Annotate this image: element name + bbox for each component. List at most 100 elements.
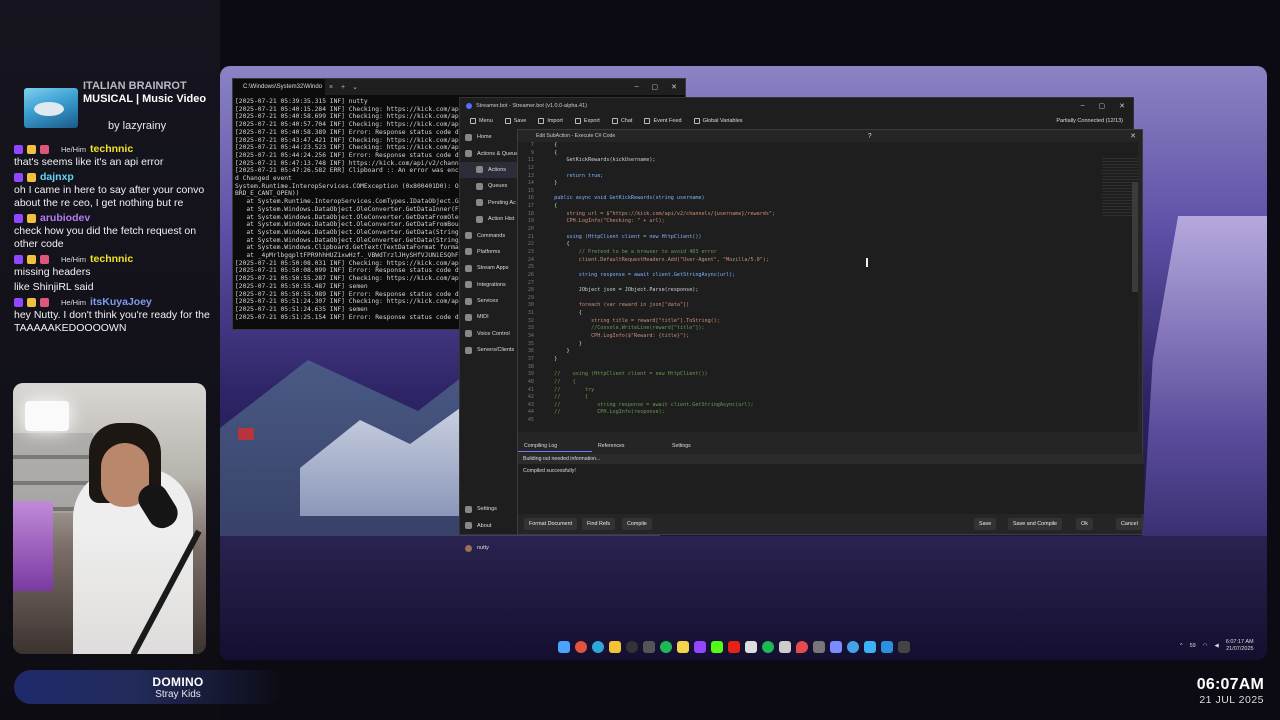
spotify-icon[interactable]	[660, 641, 672, 653]
nav-item-settings[interactable]: Settings	[460, 501, 518, 517]
app-icon[interactable]	[813, 641, 825, 653]
code-line[interactable]: 23 // Pretend to be a browser to avoid 4…	[518, 249, 1138, 257]
menu-item-global-variables[interactable]: Global Variables	[688, 118, 749, 124]
nav-item-servers-clients[interactable]: Servers/Clients	[460, 342, 518, 358]
nav-item-integrations[interactable]: Integrations	[460, 277, 518, 293]
nav-item-queues[interactable]: Queues	[460, 178, 518, 194]
code-line[interactable]: 18 string url = $"https://kick.com/api/v…	[518, 211, 1138, 219]
save-and-compile-button[interactable]: Save and Compile	[1008, 518, 1063, 530]
menu-item-save[interactable]: Save	[499, 118, 533, 124]
close-icon[interactable]: ✕	[1130, 132, 1142, 140]
code-line[interactable]: 17 {	[518, 203, 1138, 211]
code-line[interactable]: 45	[518, 417, 1138, 425]
code-line[interactable]: 28 JObject json = JObject.Parse(response…	[518, 287, 1138, 295]
youtube-icon[interactable]	[728, 641, 740, 653]
code-line[interactable]: 38	[518, 364, 1138, 372]
code-line[interactable]: 14 }	[518, 180, 1138, 188]
compile-button[interactable]: Compile	[622, 518, 652, 530]
maximize-icon[interactable]: ▢	[1099, 102, 1106, 110]
close-icon[interactable]: ✕	[671, 83, 677, 91]
obs-icon[interactable]	[626, 641, 638, 653]
tab-references[interactable]: References	[592, 440, 666, 452]
editor-scrollbar[interactable]	[1132, 182, 1138, 292]
streamerbot-icon[interactable]	[830, 641, 842, 653]
code-line[interactable]: 20	[518, 226, 1138, 234]
menu-item-export[interactable]: Export	[569, 118, 606, 124]
nav-item-actions[interactable]: Actions	[460, 161, 518, 179]
app-icon[interactable]	[745, 641, 757, 653]
nav-item-services[interactable]: Services	[460, 293, 518, 309]
code-line[interactable]: 39 // using (HttpClient client = new Htt…	[518, 371, 1138, 379]
nav-item-action-hist[interactable]: Action Hist	[460, 211, 518, 227]
app-icon[interactable]	[847, 641, 859, 653]
close-icon[interactable]: ✕	[1119, 102, 1125, 110]
code-line[interactable]: 12	[518, 165, 1138, 173]
code-line[interactable]: 7 {	[518, 142, 1138, 150]
app-icon[interactable]	[779, 641, 791, 653]
code-line[interactable]: 35 }	[518, 341, 1138, 349]
code-line[interactable]: 21 using (HttpClient client = new HttpCl…	[518, 234, 1138, 242]
code-line[interactable]: 13 return true;	[518, 173, 1138, 181]
code-line[interactable]: 29	[518, 295, 1138, 303]
code-line[interactable]: 16 public async void GetKickRewards(stri…	[518, 195, 1138, 203]
edit-subaction-dialog[interactable]: Edit SubAction - Execute C# Code ? ✕ 7 {…	[517, 129, 1144, 535]
format-document-button[interactable]: Format Document	[524, 518, 578, 530]
menu-item-import[interactable]: Import	[532, 118, 569, 124]
code-line[interactable]: 30 foreach (var reward in json["data"])	[518, 302, 1138, 310]
location-icon[interactable]	[796, 641, 808, 653]
folder-icon[interactable]	[609, 641, 621, 653]
code-line[interactable]: 40 // {	[518, 379, 1138, 387]
nav-item-midi[interactable]: MIDI	[460, 309, 518, 325]
chat-username[interactable]: itsKuyaJoey	[90, 296, 152, 309]
terminal-tab[interactable]: C:\Windows\System32\Windo	[233, 79, 325, 95]
chat-username[interactable]: dajnxp	[40, 171, 74, 184]
code-line[interactable]: 42 // {	[518, 394, 1138, 402]
code-line[interactable]: 24 client.DefaultRequestHeaders.Add("Use…	[518, 257, 1138, 265]
twitch-icon[interactable]	[694, 641, 706, 653]
code-line[interactable]: 19 CPH.LogInfo("Checking: " + url);	[518, 218, 1138, 226]
vscode-icon[interactable]	[881, 641, 893, 653]
kick-icon[interactable]	[711, 641, 723, 653]
chat-username[interactable]: technnic	[90, 143, 133, 156]
chat-username[interactable]: technnic	[90, 253, 133, 266]
find-refs-button[interactable]: Find Refs	[582, 518, 616, 530]
code-line[interactable]: 31 {	[518, 310, 1138, 318]
nav-item-pending-ac[interactable]: Pending Ac	[460, 195, 518, 211]
user-profile[interactable]: nutty	[460, 540, 518, 556]
new-tab-icon[interactable]: +	[337, 84, 349, 91]
edge-icon[interactable]	[592, 641, 604, 653]
code-line[interactable]: 15	[518, 188, 1138, 196]
notes-icon[interactable]	[677, 641, 689, 653]
nav-item-home[interactable]: Home	[460, 129, 518, 145]
code-line[interactable]: 34 CPH.LogInfo($"Reward: {title}");	[518, 333, 1138, 341]
maximize-icon[interactable]: ▢	[652, 83, 659, 91]
ok-button[interactable]: Ok	[1076, 518, 1093, 530]
code-line[interactable]: 32 string title = reward["title"].ToStri…	[518, 318, 1138, 326]
chat-username[interactable]: arubiodev	[40, 212, 90, 225]
nav-item-about[interactable]: About	[460, 517, 518, 533]
nav-item-platforms[interactable]: Platforms	[460, 244, 518, 260]
save-button[interactable]: Save	[974, 518, 997, 530]
tab-compiling-log[interactable]: Compiling Log	[518, 440, 592, 452]
menu-item-chat[interactable]: Chat	[606, 118, 639, 124]
close-tab-icon[interactable]: ×	[325, 84, 337, 91]
app-icon[interactable]	[864, 641, 876, 653]
app-icon[interactable]	[643, 641, 655, 653]
code-line[interactable]: 22 {	[518, 241, 1138, 249]
minimize-icon[interactable]: –	[1081, 102, 1085, 110]
code-line[interactable]: 43 // string response = await client.Get…	[518, 402, 1138, 410]
code-line[interactable]: 36 }	[518, 348, 1138, 356]
code-line[interactable]: 11 GetKickRewards(kickUsername);	[518, 157, 1138, 165]
nav-item-actions-queues[interactable]: Actions & Queues	[460, 145, 518, 161]
wifi-icon[interactable]: ◠	[1203, 643, 1208, 649]
menu-item-event-feed[interactable]: Event Feed	[638, 118, 687, 124]
code-line[interactable]: 41 // try	[518, 387, 1138, 395]
chrome-icon[interactable]	[575, 641, 587, 653]
tray-count[interactable]: 59	[1190, 643, 1196, 649]
tab-settings[interactable]: Settings	[666, 440, 740, 452]
code-line[interactable]: 44 // CPH.LogInfo(response);	[518, 409, 1138, 417]
chevron-up-icon[interactable]: ^	[1180, 643, 1183, 649]
help-icon[interactable]: ?	[868, 133, 878, 140]
cancel-button[interactable]: Cancel	[1116, 518, 1143, 530]
code-line[interactable]: 37 }	[518, 356, 1138, 364]
